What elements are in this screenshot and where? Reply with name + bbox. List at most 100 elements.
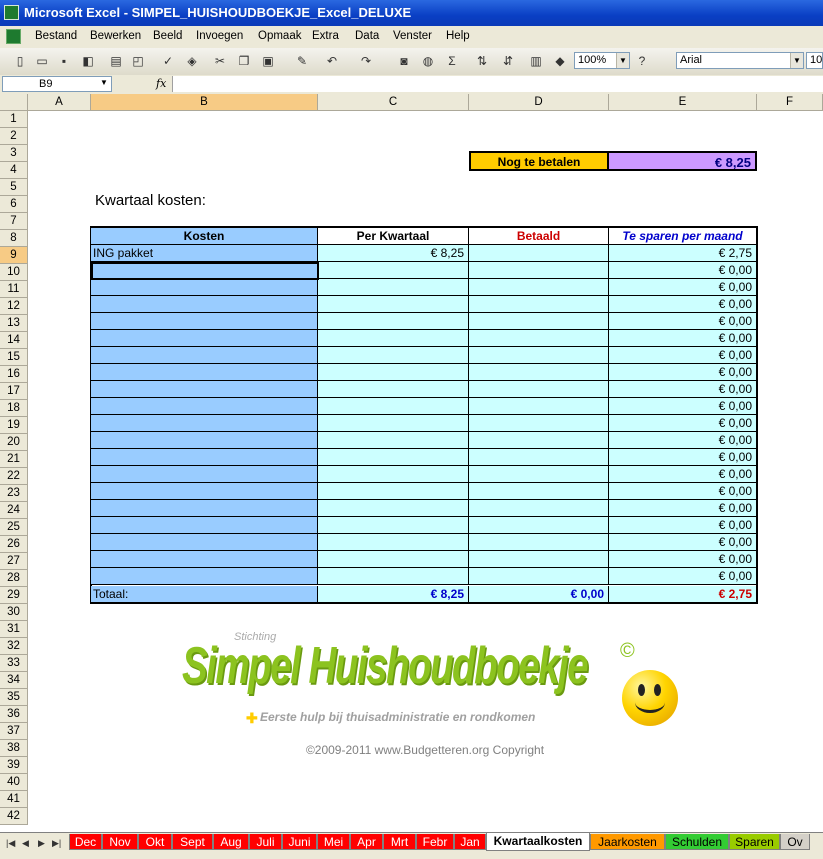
row-header-4[interactable]: 4	[0, 162, 28, 179]
sheet-tab-sept[interactable]: Sept	[172, 834, 213, 850]
row-header-35[interactable]: 35	[0, 689, 28, 706]
menu-bewerken[interactable]: Bewerken	[90, 30, 141, 42]
cell-kosten-row-19[interactable]	[91, 432, 318, 449]
hyperlink-icon[interactable]: ◙	[396, 53, 412, 69]
cell-kosten-row-25[interactable]	[91, 534, 318, 551]
cell-te-sparen-row-27[interactable]: € 0,00	[609, 568, 757, 585]
menu-invoegen[interactable]: Invoegen	[196, 30, 243, 42]
cell-te-sparen-row-9[interactable]: € 0,00	[609, 262, 757, 279]
row-header-1[interactable]: 1	[0, 111, 28, 128]
menu-opmaak[interactable]: Opmaak	[258, 30, 301, 42]
row-header-21[interactable]: 21	[0, 451, 28, 468]
sheet-tab-jan[interactable]: Jan	[454, 834, 486, 850]
formula-input[interactable]	[172, 76, 823, 92]
cell-per-kwartaal-row-25[interactable]	[318, 534, 469, 551]
chevron-down-icon[interactable]: ▼	[616, 53, 629, 68]
cell-betaald-row-19[interactable]	[469, 432, 609, 449]
column-header-b[interactable]: B	[91, 94, 318, 111]
research-icon[interactable]: ◈	[184, 53, 200, 69]
row-header-5[interactable]: 5	[0, 179, 28, 196]
cell-per-kwartaal-row-21[interactable]	[318, 466, 469, 483]
sheet-tab-okt[interactable]: Okt	[138, 834, 172, 850]
menu-venster[interactable]: Venster	[393, 30, 432, 42]
cell-kosten-row-13[interactable]	[91, 330, 318, 347]
save-icon[interactable]: ▪	[56, 53, 72, 69]
cell-kosten-row-24[interactable]	[91, 517, 318, 534]
format-painter-icon[interactable]: ✎	[294, 53, 310, 69]
cell-betaald-row-13[interactable]	[469, 330, 609, 347]
cell-kosten-row-12[interactable]	[91, 313, 318, 330]
cell-kosten-ing[interactable]: ING pakket	[91, 245, 318, 262]
cell-kosten-row-21[interactable]	[91, 466, 318, 483]
cell-te-sparen-row-22[interactable]: € 0,00	[609, 483, 757, 500]
nog-te-betalen-label[interactable]: Nog te betalen	[469, 151, 609, 171]
row-header-29[interactable]: 29	[0, 587, 28, 604]
totaal-te-sparen[interactable]: € 2,75	[609, 586, 757, 603]
cell-te-sparen-row-23[interactable]: € 0,00	[609, 500, 757, 517]
row-header-19[interactable]: 19	[0, 417, 28, 434]
row-header-13[interactable]: 13	[0, 315, 28, 332]
cell-kosten-row-20[interactable]	[91, 449, 318, 466]
sheet-tab-kwartaalkosten[interactable]: Kwartaalkosten	[486, 833, 590, 851]
row-header-28[interactable]: 28	[0, 570, 28, 587]
cell-per-kwartaal-row-23[interactable]	[318, 500, 469, 517]
header-betaald[interactable]: Betaald	[469, 228, 609, 245]
column-header-e[interactable]: E	[609, 94, 757, 111]
menu-help[interactable]: Help	[446, 30, 470, 42]
cell-betaald-ing[interactable]	[469, 245, 609, 262]
column-header-d[interactable]: D	[469, 94, 609, 111]
sheet-tab-juli[interactable]: Juli	[249, 834, 282, 850]
cell-te-sparen-row-24[interactable]: € 0,00	[609, 517, 757, 534]
font-size-select[interactable]: 10	[806, 52, 823, 69]
row-header-8[interactable]: 8	[0, 230, 28, 247]
cell-betaald-row-10[interactable]	[469, 279, 609, 296]
row-header-3[interactable]: 3	[0, 145, 28, 162]
cell-betaald-row-22[interactable]	[469, 483, 609, 500]
chevron-down-icon[interactable]: ▼	[100, 78, 108, 87]
cell-kosten-row-23[interactable]	[91, 500, 318, 517]
row-header-40[interactable]: 40	[0, 774, 28, 791]
spelling-icon[interactable]: ✓	[160, 53, 176, 69]
sheet-tab-ov[interactable]: Ov	[780, 834, 810, 850]
first-sheet-icon[interactable]: |◀	[6, 838, 15, 849]
row-header-18[interactable]: 18	[0, 400, 28, 417]
menu-beeld[interactable]: Beeld	[153, 30, 182, 42]
cell-per-kwartaal-row-9[interactable]	[318, 262, 469, 279]
cell-per-kwartaal-row-19[interactable]	[318, 432, 469, 449]
autosum-icon[interactable]: Σ	[444, 53, 460, 69]
row-header-7[interactable]: 7	[0, 213, 28, 230]
header-per-kwartaal[interactable]: Per Kwartaal	[318, 228, 469, 245]
cell-per-kwartaal-row-12[interactable]	[318, 313, 469, 330]
cell-te-sparen-row-11[interactable]: € 0,00	[609, 296, 757, 313]
row-header-26[interactable]: 26	[0, 536, 28, 553]
cell-te-sparen-row-20[interactable]: € 0,00	[609, 449, 757, 466]
row-header-39[interactable]: 39	[0, 757, 28, 774]
row-header-42[interactable]: 42	[0, 808, 28, 825]
totaal-per-kwartaal[interactable]: € 8,25	[318, 586, 469, 603]
undo-icon[interactable]: ↶	[324, 53, 340, 69]
cell-kosten-row-11[interactable]	[91, 296, 318, 313]
cell-betaald-row-11[interactable]	[469, 296, 609, 313]
cell-per-kwartaal-row-17[interactable]	[318, 398, 469, 415]
fx-icon[interactable]: fx	[156, 77, 166, 90]
column-header-c[interactable]: C	[318, 94, 469, 111]
cell-betaald-row-12[interactable]	[469, 313, 609, 330]
name-box[interactable]: B9	[2, 76, 112, 92]
sheet-tab-nov[interactable]: Nov	[102, 834, 138, 850]
row-header-23[interactable]: 23	[0, 485, 28, 502]
permission-icon[interactable]: ◧	[80, 53, 96, 69]
row-header-14[interactable]: 14	[0, 332, 28, 349]
document-icon[interactable]	[6, 29, 21, 44]
cell-per-kwartaal-row-18[interactable]	[318, 415, 469, 432]
cell-te-sparen-row-25[interactable]: € 0,00	[609, 534, 757, 551]
sort-ascending-icon[interactable]: ⇅	[474, 53, 490, 69]
cell-per-kwartaal-row-20[interactable]	[318, 449, 469, 466]
cell-betaald-row-15[interactable]	[469, 364, 609, 381]
cell-betaald-row-25[interactable]	[469, 534, 609, 551]
row-header-30[interactable]: 30	[0, 604, 28, 621]
totaal-label[interactable]: Totaal:	[91, 586, 318, 603]
row-header-15[interactable]: 15	[0, 349, 28, 366]
cell-kosten-row-26[interactable]	[91, 551, 318, 568]
sheet-tab-jaarkosten[interactable]: Jaarkosten	[590, 834, 665, 850]
cell-per-kwartaal-row-26[interactable]	[318, 551, 469, 568]
